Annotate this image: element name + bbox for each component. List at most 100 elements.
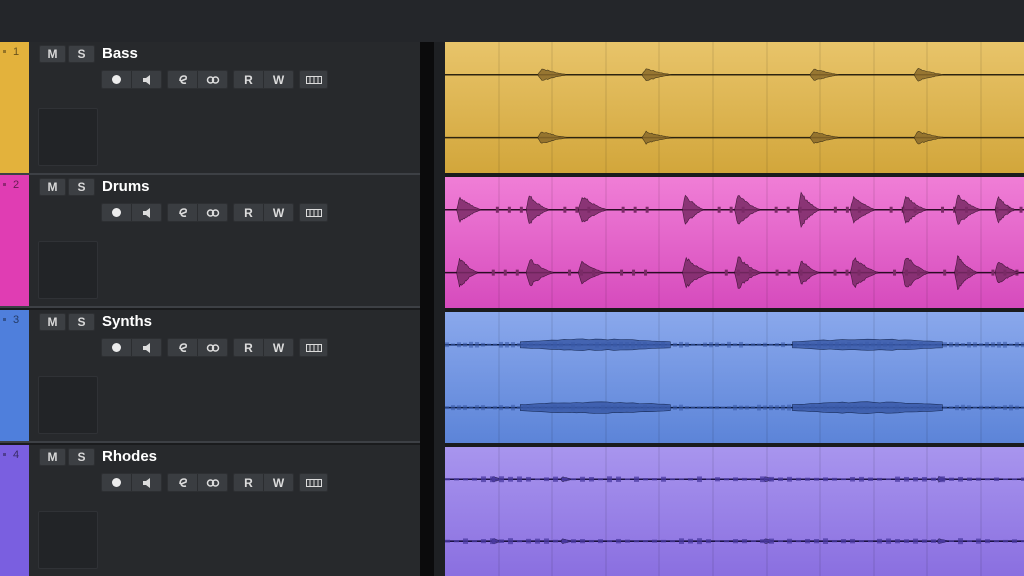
waveform-noise (793, 406, 797, 410)
waveform-noise (883, 342, 887, 347)
record-icon (112, 75, 121, 84)
track-color-strip[interactable]: 3 (0, 310, 29, 441)
write-automation-button[interactable]: W (263, 339, 293, 356)
monitor-button[interactable] (131, 71, 161, 88)
waveform-noise (799, 343, 803, 346)
read-automation-button[interactable]: R (234, 339, 263, 356)
waveform-noise (595, 406, 599, 409)
waveform-tick (507, 206, 511, 213)
waveform-tick (786, 206, 790, 213)
link-button[interactable] (197, 71, 227, 88)
track-header[interactable]: 4 M S Rhodes R W (0, 445, 420, 576)
edit-channel-button[interactable] (168, 71, 197, 88)
track-header[interactable]: 3 M S Synths R W (0, 310, 420, 443)
track-name[interactable]: Bass (102, 45, 138, 62)
waveform-noise (979, 343, 983, 347)
waveform-tick (491, 269, 495, 276)
write-automation-button[interactable]: W (263, 204, 293, 221)
read-automation-button[interactable]: R (234, 474, 263, 491)
waveform-noise (583, 343, 587, 346)
waveform-noise (511, 342, 515, 348)
waveform-noise (841, 342, 845, 347)
record-enable-button[interactable] (102, 474, 131, 491)
track-header[interactable]: 2 M S Drums R W (0, 175, 420, 308)
link-button[interactable] (197, 474, 227, 491)
waveform-noise (733, 343, 737, 347)
track-picture-placeholder[interactable] (38, 108, 98, 166)
waveform-noise (715, 342, 719, 348)
write-automation-button[interactable]: W (263, 474, 293, 491)
track-name[interactable]: Synths (102, 313, 152, 330)
track-header[interactable]: 1 M S Bass R W (0, 42, 420, 175)
waveform-noise (985, 478, 990, 481)
waveform-tick (724, 269, 728, 276)
track-settings-button[interactable] (300, 474, 327, 491)
link-button[interactable] (197, 339, 227, 356)
edit-link-group (167, 338, 228, 357)
track-controls: M S Synths R W (29, 310, 420, 441)
track-settings-button[interactable] (300, 339, 327, 356)
track-name[interactable]: Rhodes (102, 448, 157, 465)
waveform-noise (643, 540, 648, 543)
waveform-noise (925, 343, 929, 346)
track-color-strip[interactable]: 1 (0, 42, 29, 173)
track-color-strip[interactable]: 2 (0, 175, 29, 306)
waveform-noise (613, 342, 617, 347)
track-name[interactable]: Drums (102, 178, 150, 195)
waveform-noise (511, 404, 515, 411)
waveform-noise (445, 478, 450, 481)
waveform-noise (457, 342, 461, 348)
monitor-button[interactable] (131, 204, 161, 221)
track-settings-button[interactable] (300, 204, 327, 221)
waveform-noise (937, 405, 941, 410)
mute-button[interactable]: M (39, 313, 66, 331)
edit-channel-button[interactable] (168, 339, 197, 356)
monitor-button[interactable] (131, 474, 161, 491)
waveform-noise (871, 342, 875, 347)
track-settings-button[interactable] (300, 71, 327, 88)
splitter[interactable] (420, 42, 434, 576)
track-color-strip[interactable]: 4 (0, 445, 29, 576)
waveform-noise (859, 405, 863, 410)
edit-channel-button[interactable] (168, 474, 197, 491)
read-automation-button[interactable]: R (234, 71, 263, 88)
audio-event[interactable] (445, 177, 1024, 308)
solo-button[interactable]: S (68, 45, 95, 63)
waveform-noise (1003, 478, 1008, 481)
record-enable-button[interactable] (102, 204, 131, 221)
waveform-noise (829, 405, 833, 410)
audio-event[interactable] (445, 42, 1024, 173)
link-button[interactable] (197, 204, 227, 221)
mute-button[interactable]: M (39, 45, 66, 63)
waveform-noise (619, 341, 623, 348)
waveform-noise (955, 405, 959, 411)
waveform-noise (796, 540, 801, 543)
track-picture-placeholder[interactable] (38, 241, 98, 299)
waveform-noise (865, 341, 869, 348)
edit-channel-button[interactable] (168, 204, 197, 221)
mute-button[interactable]: M (39, 178, 66, 196)
track-picture-placeholder[interactable] (38, 376, 98, 434)
monitor-button[interactable] (131, 339, 161, 356)
waveform-noise (922, 476, 927, 482)
waveform-noise (835, 341, 839, 348)
audio-event[interactable] (445, 312, 1024, 443)
read-automation-button[interactable]: R (234, 204, 263, 221)
track-picture-placeholder[interactable] (38, 511, 98, 569)
mute-button[interactable]: M (39, 448, 66, 466)
record-enable-button[interactable] (102, 339, 131, 356)
write-automation-button[interactable]: W (263, 71, 293, 88)
waveform-noise (565, 343, 569, 347)
audio-event[interactable] (445, 447, 1024, 576)
solo-button[interactable]: S (68, 448, 95, 466)
waveform-noise (697, 538, 702, 545)
solo-button[interactable]: S (68, 178, 95, 196)
waveform-noise (499, 476, 504, 483)
record-enable-button[interactable] (102, 71, 131, 88)
waveform-noise (781, 404, 785, 411)
waveform-noise (967, 341, 971, 348)
waveform-noise (487, 406, 491, 409)
track-number: 2 (2, 179, 20, 191)
waveform-noise (814, 477, 819, 481)
solo-button[interactable]: S (68, 313, 95, 331)
